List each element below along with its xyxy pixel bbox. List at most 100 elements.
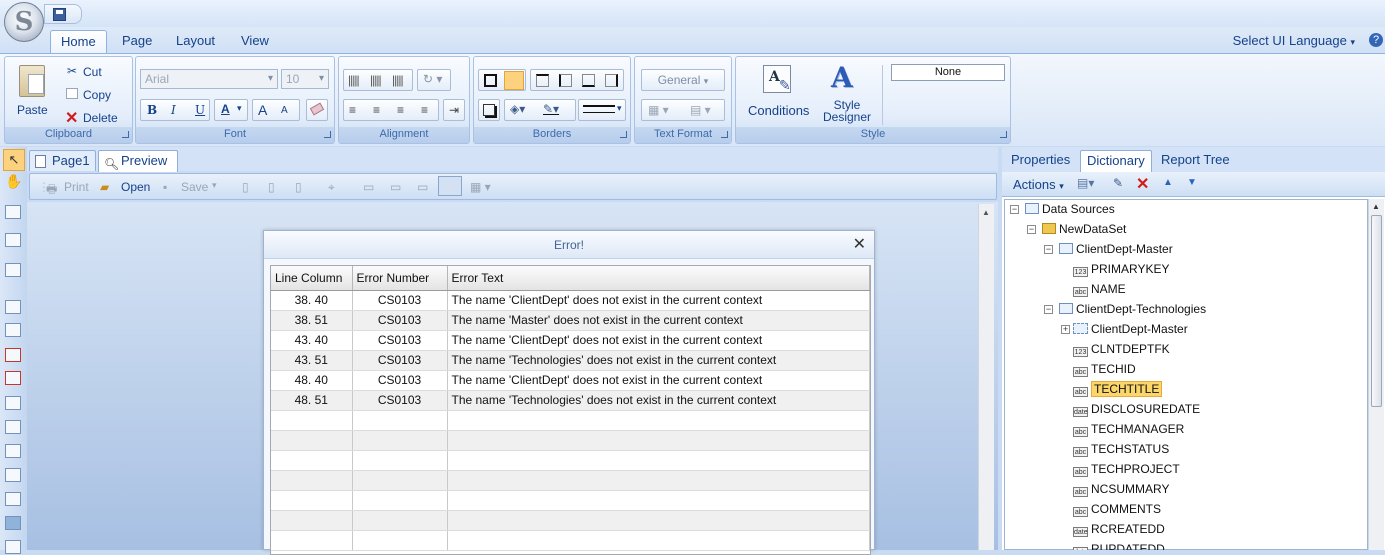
align-left-icon[interactable]: ≡: [349, 103, 356, 117]
canvas-scrollbar[interactable]: ▲: [978, 204, 994, 550]
dialog-launcher-icon[interactable]: [1000, 131, 1007, 138]
picture-icon[interactable]: [5, 516, 21, 530]
tree-node-field[interactable]: 123 PRIMARYKEY: [1073, 260, 1169, 278]
italic-button[interactable]: I: [171, 103, 176, 117]
move-up-icon[interactable]: ▲: [1163, 177, 1173, 188]
tree-scrollbar[interactable]: ▲: [1368, 199, 1384, 550]
select-pointer-icon[interactable]: ↖: [3, 149, 25, 171]
view-mode-2-icon[interactable]: ▭: [390, 180, 401, 194]
save-icon[interactable]: [53, 8, 66, 21]
align-center-icon[interactable]: ≡: [373, 103, 380, 117]
word-wrap-icon[interactable]: ⇥: [443, 99, 465, 121]
table-icon[interactable]: [5, 468, 21, 482]
tab-page1[interactable]: Page1: [29, 150, 96, 171]
cross-tab-icon[interactable]: [5, 492, 21, 506]
band-page-header-icon[interactable]: [5, 233, 21, 247]
rotate-text-icon[interactable]: ↻ ▾: [417, 69, 451, 91]
table-row[interactable]: 43. 40 CS0103 The name 'ClientDept' does n…: [271, 330, 870, 351]
edit-icon[interactable]: ✎: [1113, 176, 1123, 190]
column-header-error-text[interactable]: Error Text: [447, 266, 870, 291]
panel-icon[interactable]: [5, 396, 21, 410]
tab-page[interactable]: Page: [112, 30, 162, 53]
delete-icon[interactable]: ✕: [1136, 174, 1149, 194]
page-layout-icon[interactable]: ▦ ▾: [470, 180, 491, 194]
first-page-icon[interactable]: ▯: [242, 180, 249, 194]
format-general-dropdown[interactable]: General ▾: [641, 69, 725, 91]
copy-icon[interactable]: [66, 88, 78, 99]
grow-font-button[interactable]: A: [258, 102, 267, 118]
tree-node-field[interactable]: abc COMMENTS: [1073, 500, 1161, 518]
format-icon[interactable]: ▦ ▾: [648, 103, 669, 117]
border-color-icon[interactable]: ✎▾: [543, 102, 559, 116]
table-row[interactable]: 48. 40 CS0103 The name 'ClientDept' does n…: [271, 370, 870, 391]
save-icon[interactable]: ▪: [163, 180, 167, 194]
find-icon[interactable]: ⌖: [328, 180, 335, 195]
tree-node-field[interactable]: abc NCSUMMARY: [1073, 480, 1169, 498]
tree-node-table[interactable]: ClientDept-Technologies: [1059, 300, 1206, 318]
barcode-icon[interactable]: [5, 371, 21, 385]
band-report-title-icon[interactable]: [5, 205, 21, 219]
tab-preview[interactable]: 🔍︎ Preview: [98, 150, 178, 172]
tab-layout[interactable]: Layout: [166, 30, 225, 53]
paste-button[interactable]: Paste: [17, 103, 48, 117]
tree-node-dataset[interactable]: NewDataSet: [1042, 220, 1126, 238]
tree-node-field[interactable]: abc NAME: [1073, 280, 1126, 298]
tree-node-relation[interactable]: ClientDept-Master: [1073, 320, 1188, 338]
conditions-button[interactable]: Conditions: [748, 103, 809, 118]
dialog-launcher-icon[interactable]: [324, 131, 331, 138]
delete-icon[interactable]: ✕: [65, 108, 78, 128]
move-down-icon[interactable]: ▼: [1187, 177, 1197, 188]
column-header-error-number[interactable]: Error Number: [352, 266, 448, 291]
table-row[interactable]: 38. 40 CS0103 The name 'ClientDept' does n…: [271, 290, 870, 311]
bold-button[interactable]: B: [147, 103, 157, 117]
chevron-down-icon[interactable]: ▾: [212, 180, 217, 191]
justify-icon[interactable]: ≡: [421, 103, 428, 117]
collapse-icon[interactable]: −: [1044, 305, 1053, 314]
left-border-icon[interactable]: [559, 74, 572, 87]
conditions-icon[interactable]: A ✎: [763, 65, 791, 93]
shadow-icon[interactable]: [478, 99, 500, 121]
condition-format-icon[interactable]: ▤ ▾: [690, 103, 711, 117]
align-bottom-icon[interactable]: |||||: [392, 73, 404, 87]
column-header-line-column[interactable]: Line Column: [271, 266, 353, 291]
paste-icon[interactable]: [19, 65, 45, 97]
actions-menu[interactable]: Actions ▾: [1013, 177, 1064, 192]
collapse-icon[interactable]: −: [1010, 205, 1019, 214]
style-designer-button[interactable]: Style Designer: [823, 99, 871, 123]
tree-node-table[interactable]: ClientDept-Master: [1059, 240, 1173, 258]
scroll-up-icon[interactable]: ▲: [1372, 202, 1380, 211]
tab-view[interactable]: View: [231, 30, 279, 53]
tree-node-field-selected[interactable]: abc TECHTITLE: [1073, 380, 1163, 398]
tab-properties[interactable]: Properties: [1005, 150, 1076, 172]
align-middle-icon[interactable]: |||||: [370, 73, 382, 87]
cut-icon[interactable]: ✂: [67, 64, 77, 78]
font-color-button[interactable]: A ▾: [214, 99, 248, 121]
subreport-icon[interactable]: [5, 444, 21, 458]
tree-node-field[interactable]: abc TECHMANAGER: [1073, 420, 1184, 438]
tab-dictionary[interactable]: Dictionary: [1080, 150, 1152, 172]
application-menu-button[interactable]: S: [4, 2, 44, 42]
shrink-font-button[interactable]: A: [281, 105, 288, 116]
ui-language-dropdown[interactable]: Select UI Language ▾: [1233, 33, 1355, 48]
scroll-up-icon[interactable]: ▲: [982, 208, 990, 217]
dialog-launcher-icon[interactable]: [620, 131, 627, 138]
tab-report-tree[interactable]: Report Tree: [1155, 150, 1236, 172]
align-right-icon[interactable]: ≡: [397, 103, 404, 117]
delete-button[interactable]: Delete: [83, 111, 118, 125]
help-icon[interactable]: ?: [1369, 33, 1383, 47]
font-size-combo[interactable]: 10: [281, 69, 329, 89]
find-page-icon[interactable]: ▯: [268, 180, 275, 194]
clear-format-icon[interactable]: [306, 99, 328, 121]
cut-button[interactable]: Cut: [83, 65, 102, 79]
tree-node-field[interactable]: 123 CLNTDEPTFK: [1073, 340, 1170, 358]
print-button[interactable]: Print: [64, 180, 89, 194]
style-designer-icon[interactable]: A: [831, 63, 853, 93]
tree-node-field[interactable]: date DISCLOSUREDATE: [1073, 400, 1200, 418]
hand-pan-icon[interactable]: ✋: [5, 173, 22, 190]
underline-button[interactable]: U: [195, 103, 205, 117]
new-item-icon[interactable]: ▤▾: [1077, 176, 1094, 190]
save-button[interactable]: Save: [181, 180, 208, 194]
no-border-icon[interactable]: [504, 71, 524, 90]
open-button[interactable]: Open: [121, 180, 150, 194]
all-borders-icon[interactable]: [484, 74, 497, 87]
